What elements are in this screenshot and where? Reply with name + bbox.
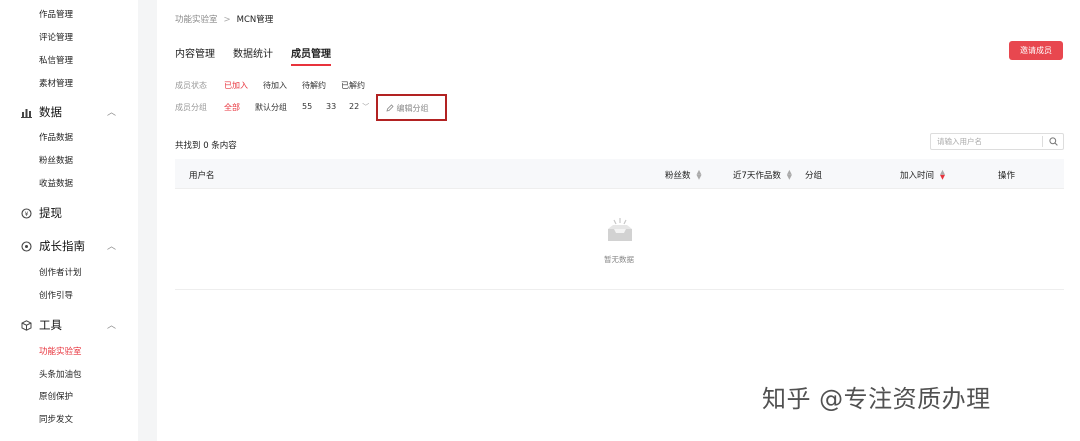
invite-member-button[interactable]: 邀请成员 — [1009, 41, 1063, 60]
search-input[interactable] — [931, 134, 1041, 149]
group-option-22[interactable]: 22 ﹀ — [349, 102, 369, 112]
chevron-up-icon: ︿ — [106, 108, 116, 118]
sidebar-section-growth[interactable]: 成长指南 ︿ — [20, 238, 120, 254]
breadcrumb-parent[interactable]: 功能实验室 — [175, 15, 218, 25]
column-header-username: 用户名 — [189, 169, 215, 181]
edit-group-label: 编辑分组 — [396, 104, 429, 113]
status-option-pending-join[interactable]: 待加入 — [263, 80, 287, 91]
member-group-label: 成员分组 — [175, 103, 207, 112]
sidebar-section-label: 工具 — [39, 318, 62, 332]
pencil-icon — [386, 104, 394, 113]
column-label: 粉丝数 — [665, 171, 691, 181]
sidebar: 作品管理 评论管理 私信管理 素材管理 数据 ︿ 作品数据 粉丝数据 收益数据 … — [0, 0, 138, 441]
sidebar-section-label: 数据 — [39, 105, 62, 119]
sidebar-item-messages[interactable]: 私信管理 — [39, 54, 73, 66]
sort-icon[interactable]: ▲ ▼ — [940, 169, 945, 181]
main-panel: 功能实验室 > MCN管理 内容管理 数据统计 成员管理 邀请成员 成员状态 已加入… — [157, 0, 1080, 441]
sidebar-item-fans-data[interactable]: 粉丝数据 — [39, 154, 73, 166]
column-label: 分组 — [805, 171, 823, 181]
column-label: 加入时间 — [900, 171, 935, 181]
svg-text:¥: ¥ — [24, 211, 28, 218]
search-box — [930, 133, 1064, 150]
column-header-fans[interactable]: 粉丝数 ▲ ▼ — [665, 169, 702, 181]
status-option-pending-termination[interactable]: 待解约 — [302, 80, 326, 91]
column-header-recent-works[interactable]: 近7天作品数 ▲ ▼ — [733, 169, 792, 181]
column-label: 操作 — [998, 171, 1016, 181]
group-option-all[interactable]: 全部 — [224, 102, 240, 113]
sidebar-item-work-data[interactable]: 作品数据 — [39, 131, 73, 143]
sidebar-item-original-protection[interactable]: 原创保护 — [39, 390, 73, 402]
breadcrumb-separator-icon: > — [223, 15, 231, 25]
sort-icon[interactable]: ▲ ▼ — [787, 169, 792, 181]
sidebar-section-label: 成长指南 — [39, 239, 85, 253]
compass-icon — [20, 240, 32, 252]
breadcrumb-current: MCN管理 — [236, 15, 274, 25]
empty-state-text: 暂无数据 — [604, 255, 634, 264]
result-count: 共找到 0 条内容 — [175, 141, 237, 151]
sidebar-item-comments[interactable]: 评论管理 — [39, 31, 73, 43]
watermark-text: 知乎 @专注资质办理 — [762, 385, 991, 413]
column-label: 近7天作品数 — [733, 171, 781, 181]
cube-icon — [20, 319, 32, 331]
status-option-joined[interactable]: 已加入 — [224, 80, 248, 91]
column-header-actions: 操作 — [998, 169, 1015, 181]
sidebar-section-tools[interactable]: 工具 ︿ — [20, 317, 120, 333]
sidebar-section-data[interactable]: 数据 ︿ — [20, 104, 120, 120]
sort-icon[interactable]: ▲ ▼ — [697, 169, 702, 181]
edit-group-button[interactable]: 编辑分组 — [386, 103, 429, 114]
sidebar-item-feature-lab[interactable]: 功能实验室 — [39, 345, 82, 357]
sidebar-item-creator-plan[interactable]: 创作者计划 — [39, 266, 82, 278]
coin-icon: ¥ — [20, 207, 32, 219]
sidebar-item-creation-guide[interactable]: 创作引导 — [39, 289, 73, 301]
column-label: 用户名 — [189, 171, 215, 181]
column-header-join-time[interactable]: 加入时间 ▲ ▼ — [900, 169, 945, 181]
search-icon[interactable] — [1043, 134, 1064, 149]
sidebar-item-sync-post[interactable]: 同步发文 — [39, 413, 73, 425]
group-option-default[interactable]: 默认分组 — [255, 102, 287, 113]
tab-data-statistics[interactable]: 数据统计 — [233, 45, 273, 60]
empty-inbox-icon — [604, 217, 636, 246]
chevron-down-icon: ﹀ — [362, 103, 370, 111]
table-header: 用户名 粉丝数 ▲ ▼ 近7天作品数 ▲ ▼ 分组 加入时间 ▲ ▼ 操作 — [175, 159, 1064, 189]
group-option-55[interactable]: 55 — [302, 102, 312, 111]
column-header-group: 分组 — [805, 169, 822, 181]
sidebar-section-withdraw[interactable]: ¥ 提现 — [20, 205, 120, 221]
bar-chart-icon — [20, 106, 32, 118]
sidebar-section-label: 提现 — [39, 206, 62, 220]
tab-member-management[interactable]: 成员管理 — [291, 45, 331, 66]
group-option-label: 22 — [349, 102, 360, 111]
chevron-up-icon: ︿ — [106, 242, 116, 252]
divider — [175, 289, 1064, 290]
sidebar-item-works[interactable]: 作品管理 — [39, 8, 73, 20]
status-option-terminated[interactable]: 已解约 — [341, 80, 365, 91]
sidebar-item-toutiao-boost[interactable]: 头条加油包 — [39, 368, 82, 380]
breadcrumb: 功能实验室 > MCN管理 — [175, 13, 273, 25]
sidebar-item-materials[interactable]: 素材管理 — [39, 77, 73, 89]
sidebar-item-income-data[interactable]: 收益数据 — [39, 177, 73, 189]
tab-content-management[interactable]: 内容管理 — [175, 45, 215, 60]
member-status-label: 成员状态 — [175, 81, 207, 90]
group-option-33[interactable]: 33 — [326, 102, 336, 111]
chevron-up-icon: ︿ — [106, 321, 116, 331]
